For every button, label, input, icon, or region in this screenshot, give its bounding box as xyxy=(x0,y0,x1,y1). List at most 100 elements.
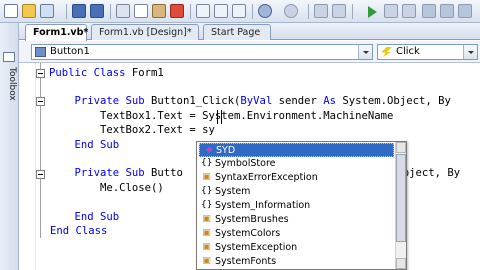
code-line: Public Class Form1 xyxy=(49,67,164,79)
completion-item-label: SYD xyxy=(216,145,236,156)
copy-icon[interactable] xyxy=(134,4,148,18)
scroll-thumb[interactable] xyxy=(396,154,406,242)
document-tabs: Form1.vb* Form1.vb [Design]* Start Page xyxy=(19,23,480,41)
start-debugging-icon[interactable] xyxy=(368,6,377,18)
step-over-icon[interactable] xyxy=(440,4,454,18)
open-folder-icon[interactable] xyxy=(22,4,36,18)
navigate-forward-icon[interactable] xyxy=(332,4,346,18)
save-all-icon[interactable] xyxy=(90,4,104,18)
keyword: End Class xyxy=(50,225,108,237)
method-combo-value: Click xyxy=(396,46,420,57)
undo-icon[interactable] xyxy=(258,4,272,18)
keyword: End Sub xyxy=(49,139,120,151)
toolbar-divider xyxy=(308,4,309,19)
button-object-icon xyxy=(35,47,46,57)
toolbar-divider xyxy=(252,4,253,19)
cut-icon[interactable] xyxy=(116,4,130,18)
stop-icon[interactable] xyxy=(402,4,416,18)
code-line: Private Sub Butto xyxy=(49,167,183,179)
toolbox-label: Toolbox xyxy=(7,67,17,101)
completion-item-label: SystemException xyxy=(215,242,298,253)
keyword: Private Sub xyxy=(49,95,145,107)
event-icon xyxy=(381,47,392,57)
object-combo[interactable]: Button1 xyxy=(31,44,373,60)
class-icon: ▣ xyxy=(202,256,211,266)
completion-item-label: SystemColors xyxy=(215,228,281,239)
completion-item[interactable]: ▣ SystemBrushes xyxy=(197,213,396,227)
method-icon: ◆ xyxy=(206,145,213,155)
chevron-down-icon[interactable] xyxy=(358,45,372,59)
code-line: End Sub xyxy=(49,211,120,223)
class-icon: ▣ xyxy=(202,172,211,182)
class-icon: ▣ xyxy=(202,242,211,252)
completion-item-label: SystemBrushes xyxy=(215,214,289,225)
add-item-icon[interactable] xyxy=(40,4,54,18)
completion-item-selected[interactable]: ◆ SYD xyxy=(199,143,394,157)
completion-item-label: System_Information xyxy=(215,200,311,211)
completion-item[interactable]: ▣ SystemColors xyxy=(197,227,396,241)
scroll-up-arrow-icon[interactable] xyxy=(396,142,406,153)
namespace-icon: {} xyxy=(201,158,213,168)
toolbar-divider xyxy=(110,4,111,19)
keyword: ByVal xyxy=(240,95,273,107)
delete-icon[interactable] xyxy=(170,4,184,18)
method-combo[interactable]: Click xyxy=(377,44,478,60)
outline-guide xyxy=(40,63,41,238)
identifier: Button1_Click( xyxy=(144,95,241,107)
class-icon: ▣ xyxy=(202,214,211,224)
tab-form1-vb[interactable]: Form1.vb* xyxy=(25,24,88,41)
collapse-sub-icon[interactable] xyxy=(36,170,45,179)
text-cursor-icon xyxy=(217,110,222,124)
tab-start-page[interactable]: Start Page xyxy=(203,24,271,40)
save-icon[interactable] xyxy=(72,4,86,18)
tab-form1-design[interactable]: Form1.vb [Design]* xyxy=(91,24,199,40)
collapse-class-icon[interactable] xyxy=(36,69,45,78)
intellisense-completion-list[interactable]: ◆ SYD {} SymbolStore ▣ SyntaxErrorExcept… xyxy=(196,141,407,270)
code-navigation-bar: Button1 Click xyxy=(19,41,480,63)
identifier: sender xyxy=(272,95,324,107)
completion-item[interactable]: {} SymbolStore xyxy=(197,157,396,171)
completion-item[interactable]: ▣ SyntaxErrorException xyxy=(197,171,396,185)
dropdown-arrow-icon[interactable] xyxy=(56,4,62,18)
step-into-icon[interactable] xyxy=(422,4,436,18)
redo-icon[interactable] xyxy=(284,4,298,18)
keyword: Private Sub xyxy=(49,167,145,179)
pause-icon[interactable] xyxy=(384,4,398,18)
namespace-icon: {} xyxy=(201,186,213,196)
identifier: Butto xyxy=(144,167,183,179)
paste-icon[interactable] xyxy=(152,4,166,18)
toolbox-panel-tab[interactable]: Toolbox xyxy=(0,23,19,270)
code-line: End Class xyxy=(50,225,107,237)
identifier: Form1 xyxy=(125,67,164,79)
keyword: Public Class xyxy=(49,67,126,79)
keyword: End Sub xyxy=(49,211,120,223)
chevron-down-icon[interactable] xyxy=(463,45,477,59)
code-line-current: TextBox2.Text = sy xyxy=(49,124,215,136)
completion-item[interactable]: {} System_Information xyxy=(197,199,396,213)
completion-item-label: SystemFonts xyxy=(215,256,277,267)
standard-toolbar xyxy=(0,0,480,23)
toolbox-icon xyxy=(3,52,15,62)
new-project-icon[interactable] xyxy=(4,4,18,18)
indicator-margin xyxy=(19,63,36,270)
code-line: Private Sub Button1_Click(ByVal sender A… xyxy=(49,95,451,107)
completion-item[interactable]: {} System xyxy=(197,185,396,199)
class-icon: ▣ xyxy=(202,228,211,238)
navigate-backward-icon[interactable] xyxy=(314,4,328,18)
toolbar-divider xyxy=(352,4,353,19)
code-line: End Sub xyxy=(49,139,120,151)
object-combo-value: Button1 xyxy=(50,46,90,57)
completion-item[interactable]: ▣ SystemException xyxy=(197,241,396,255)
identifier: System.Object, By xyxy=(336,95,451,107)
comment-icon[interactable] xyxy=(196,4,210,18)
completion-scrollbar[interactable] xyxy=(395,142,406,269)
code-line: Me.Close() xyxy=(49,182,164,194)
collapse-sub-icon[interactable] xyxy=(36,97,45,106)
completion-item[interactable]: ▣ SystemFonts xyxy=(197,255,396,269)
uncomment-icon[interactable] xyxy=(214,4,228,18)
keyword: As xyxy=(323,95,337,107)
indent-icon[interactable] xyxy=(232,4,246,18)
scroll-down-arrow-icon[interactable] xyxy=(396,258,406,269)
step-out-icon[interactable] xyxy=(458,4,472,18)
completion-item-label: SyntaxErrorException xyxy=(215,172,318,183)
